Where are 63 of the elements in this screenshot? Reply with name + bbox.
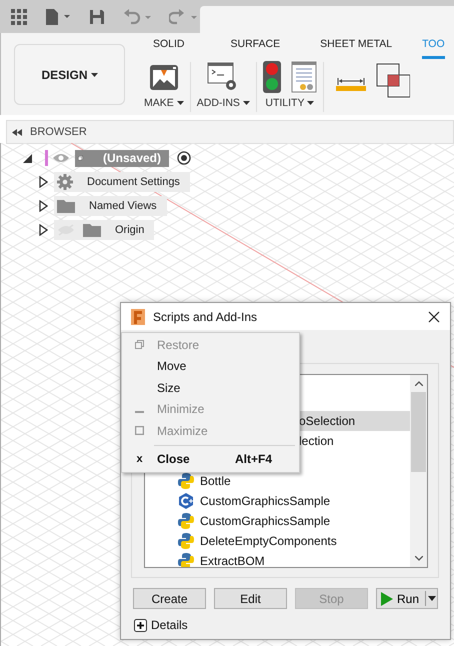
expanded-icon[interactable] bbox=[23, 154, 32, 162]
details-label[interactable]: Details bbox=[151, 618, 188, 632]
folder-icon bbox=[57, 200, 75, 212]
cpp-icon bbox=[178, 493, 194, 509]
scroll-up-icon[interactable] bbox=[414, 381, 422, 386]
gear-icon bbox=[57, 174, 73, 190]
folder-icon bbox=[83, 224, 101, 236]
python-icon bbox=[178, 553, 194, 567]
python-icon bbox=[178, 473, 194, 489]
dialog-title: Scripts and Add-Ins bbox=[153, 310, 258, 324]
maximize-icon bbox=[135, 426, 144, 436]
browser-node[interactable]: Document Settings bbox=[54, 172, 190, 192]
app-logo-icon bbox=[131, 308, 145, 324]
minimize-icon bbox=[135, 411, 144, 414]
group-dropdown[interactable]: UTILITY bbox=[265, 95, 314, 111]
collapse-icon[interactable] bbox=[12, 128, 22, 136]
caret-icon bbox=[176, 101, 184, 105]
traffic-light-icon[interactable] bbox=[262, 61, 281, 93]
scroll-thumb[interactable] bbox=[411, 392, 426, 472]
group-dropdown[interactable]: ADD-INS bbox=[196, 95, 250, 111]
expand-icon[interactable] bbox=[39, 200, 48, 212]
printer-icon[interactable] bbox=[148, 62, 179, 92]
dialog-button[interactable]: Create bbox=[133, 588, 206, 609]
list-item[interactable]: DeleteEmptyComponents bbox=[145, 531, 410, 551]
scroll-down-icon[interactable] bbox=[414, 556, 422, 561]
caret-icon bbox=[242, 101, 250, 105]
group-dropdown[interactable]: MAKE bbox=[144, 95, 184, 111]
browser-node[interactable]: Origin bbox=[54, 220, 154, 240]
caret-icon bbox=[307, 101, 314, 105]
interference-icon[interactable] bbox=[376, 63, 410, 99]
caret-icon bbox=[428, 596, 436, 601]
caret-icon bbox=[90, 72, 98, 76]
python-icon bbox=[178, 513, 194, 529]
apps-grid-icon[interactable] bbox=[11, 8, 27, 24]
list-item[interactable]: Bottle bbox=[145, 471, 410, 491]
expand-icon[interactable] bbox=[39, 224, 48, 236]
ruler-icon[interactable] bbox=[336, 77, 366, 91]
close-icon[interactable] bbox=[428, 310, 440, 322]
save-icon[interactable] bbox=[89, 8, 105, 24]
list-item[interactable]: CustomGraphicsSample bbox=[145, 491, 410, 511]
expand-icon[interactable] bbox=[39, 176, 48, 188]
list-item[interactable]: ExtractBOM bbox=[145, 551, 410, 567]
scrollbar[interactable] bbox=[410, 375, 427, 567]
active-marker bbox=[45, 150, 48, 166]
dialog-button[interactable]: Edit bbox=[214, 588, 287, 609]
activate-radio-icon[interactable] bbox=[177, 151, 191, 165]
ribbon-tab[interactable]: SHEET METAL bbox=[320, 33, 392, 59]
file-menu-icon[interactable] bbox=[45, 8, 71, 26]
list-item[interactable]: CustomGraphicsSample bbox=[145, 511, 410, 531]
close-glyph: x bbox=[136, 453, 143, 466]
browser-node[interactable]: Named Views bbox=[54, 196, 167, 216]
menu-item[interactable]: Size bbox=[122, 377, 299, 398]
menu-item[interactable]: x Close Alt+F4 bbox=[122, 448, 299, 470]
menu-item[interactable]: Move bbox=[122, 356, 299, 377]
ribbon-tab[interactable]: SOLID bbox=[153, 33, 185, 59]
browser-title: BROWSER bbox=[30, 126, 87, 138]
play-icon bbox=[381, 592, 393, 606]
python-icon bbox=[178, 533, 194, 549]
workspace-dropdown[interactable]: DESIGN bbox=[14, 44, 125, 105]
report-icon[interactable] bbox=[290, 61, 317, 93]
expand-icon[interactable] bbox=[134, 618, 147, 632]
restore-icon bbox=[135, 340, 144, 350]
ribbon-tab[interactable]: SURFACE bbox=[230, 33, 280, 59]
